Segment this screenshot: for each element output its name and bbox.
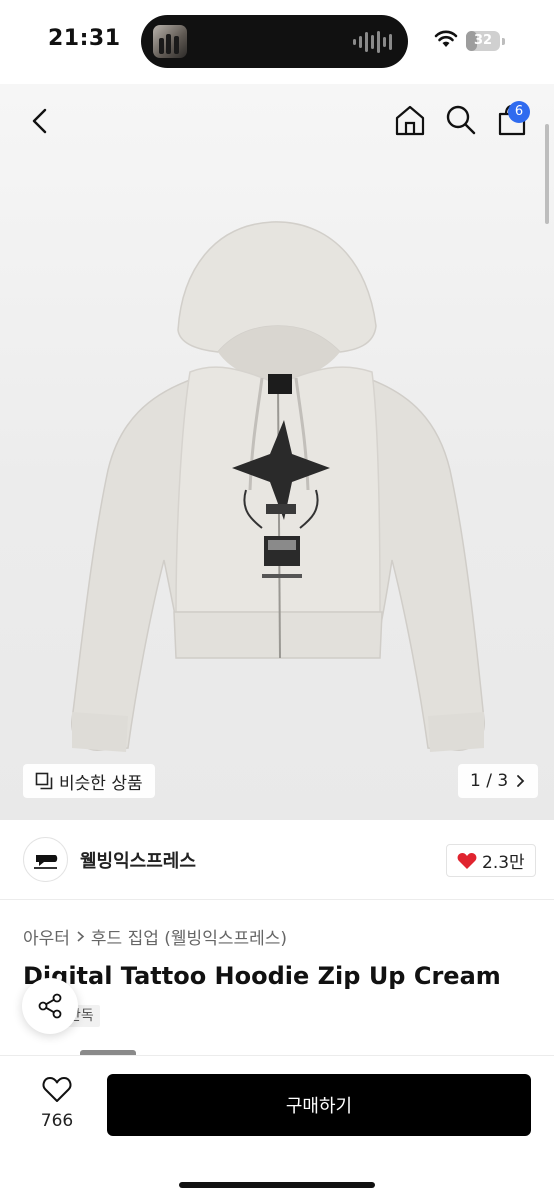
product-image-gallery[interactable]: 비슷한 상품 1 / 3 [0, 84, 554, 820]
cart-count-badge: 6 [508, 101, 530, 123]
audio-waveform-icon [353, 31, 392, 53]
status-bar: 21:31 32 [0, 0, 554, 84]
battery-indicator: 32 [466, 31, 500, 51]
brand-name[interactable]: 웰빙익스프레스 [80, 847, 196, 873]
buy-button[interactable]: 구매하기 [107, 1074, 531, 1136]
heart-icon [42, 1077, 72, 1102]
bottom-action-bar: 766 구매하기 [0, 1055, 554, 1200]
image-pager-text: 1 / 3 [470, 771, 509, 791]
brand-row[interactable]: 웰빙익스프레스 2.3만 [0, 820, 554, 900]
similar-products-label: 비슷한 상품 [59, 773, 143, 794]
scroll-indicator [545, 124, 549, 224]
back-icon[interactable] [28, 106, 52, 136]
battery-nub [502, 38, 505, 45]
product-image [71, 221, 485, 752]
wifi-icon [434, 30, 458, 47]
share-button[interactable] [22, 978, 78, 1034]
search-icon[interactable] [445, 104, 477, 136]
product-title: Digital Tattoo Hoodie Zip Up Cream [23, 962, 501, 990]
status-time: 21:31 [48, 26, 121, 51]
brand-like-button[interactable]: 2.3만 [446, 844, 536, 877]
breadcrumb-subcategory[interactable]: 후드 집업 (웰빙익스프레스) [91, 924, 287, 949]
similar-products-button[interactable]: 비슷한 상품 [23, 764, 155, 798]
wishlist-count: 766 [40, 1111, 74, 1131]
chevron-right-icon [517, 775, 525, 787]
dynamic-island[interactable] [141, 15, 408, 68]
battery-percent: 32 [473, 33, 493, 48]
heart-icon [457, 852, 477, 869]
wishlist-button[interactable]: 766 [28, 1076, 86, 1131]
now-playing-artwork [153, 25, 187, 58]
breadcrumb: 아우터 후드 집업 (웰빙익스프레스) [23, 924, 287, 949]
image-pager[interactable]: 1 / 3 [458, 764, 539, 798]
brand-logo[interactable] [23, 837, 68, 882]
share-icon [38, 993, 62, 1019]
breadcrumb-category[interactable]: 아우터 [23, 924, 70, 949]
similar-icon [35, 772, 53, 790]
brand-logo-mark [34, 855, 58, 869]
brand-like-count: 2.3만 [482, 853, 525, 873]
home-indicator[interactable] [179, 1182, 375, 1188]
home-icon[interactable] [394, 104, 426, 136]
chevron-right-icon [77, 931, 85, 942]
